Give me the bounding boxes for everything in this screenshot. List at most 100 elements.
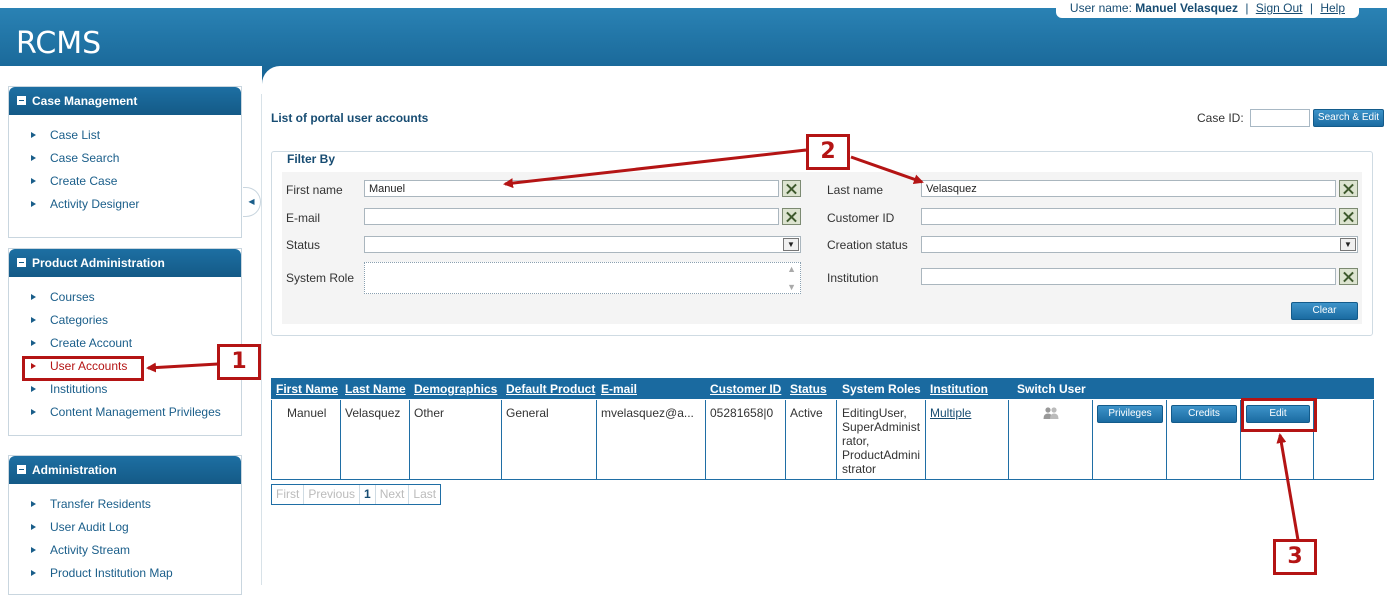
column-default-product[interactable]: Default Product	[506, 382, 595, 396]
first-name-input[interactable]	[364, 180, 779, 197]
cell-demographics: Other	[414, 406, 445, 420]
column-demographics[interactable]: Demographics	[414, 382, 497, 396]
system-role-listbox[interactable]: ▲ ▼	[364, 262, 801, 294]
scroll-up-icon[interactable]: ▲	[787, 264, 796, 274]
sidebar-item-case-search[interactable]: Case Search	[27, 148, 241, 171]
last-name-input[interactable]	[921, 180, 1336, 197]
clear-button[interactable]: Clear	[1291, 302, 1358, 320]
column-last-name[interactable]: Last Name	[345, 382, 406, 396]
privileges-button[interactable]: Privileges	[1097, 405, 1163, 423]
user-bar: User name: Manuel Velasquez | Sign Out |…	[1055, 0, 1359, 18]
case-management-panel: Case Management Case List Case Search Cr…	[8, 86, 242, 238]
role-line: SuperAdminist	[842, 420, 921, 434]
sign-out-link[interactable]: Sign Out	[1256, 1, 1303, 15]
case-management-header[interactable]: Case Management	[9, 87, 241, 115]
bullet-icon	[31, 547, 36, 553]
sidebar-item-activity-designer[interactable]: Activity Designer	[27, 194, 241, 217]
column-divider	[1166, 400, 1167, 480]
pager-current[interactable]: 1	[360, 485, 376, 504]
column-email[interactable]: E-mail	[601, 382, 637, 396]
cell-customer-id: 05281658|0	[710, 406, 774, 420]
pager-previous[interactable]: Previous	[304, 485, 361, 504]
username-label: User name:	[1069, 1, 1132, 15]
creation-status-select[interactable]: ▼	[921, 236, 1358, 253]
sidebar-item-label: Institutions	[50, 382, 108, 396]
column-system-roles: System Roles	[842, 382, 921, 396]
sidebar-item-user-audit-log[interactable]: User Audit Log	[27, 517, 241, 540]
case-id-input[interactable]	[1250, 109, 1310, 127]
clear-institution-icon[interactable]	[1339, 268, 1358, 285]
switch-user-icon[interactable]	[1043, 406, 1059, 420]
highlight-user-accounts	[22, 356, 144, 381]
highlight-edit-button	[1241, 398, 1317, 432]
customer-id-label: Customer ID	[827, 211, 895, 225]
sidebar-item-categories[interactable]: Categories	[27, 310, 241, 333]
institution-label: Institution	[827, 271, 879, 285]
sidebar-item-transfer-residents[interactable]: Transfer Residents	[27, 494, 241, 517]
sidebar-item-case-list[interactable]: Case List	[27, 125, 241, 148]
clear-email-icon[interactable]	[782, 208, 801, 225]
clear-customer-id-icon[interactable]	[1339, 208, 1358, 225]
annotation-2: 2	[806, 134, 850, 170]
pager-last[interactable]: Last	[409, 485, 440, 504]
cell-status: Active	[790, 406, 823, 420]
product-administration-panel: Product Administration Courses Categorie…	[8, 248, 242, 436]
customer-id-input[interactable]	[921, 208, 1336, 225]
cell-email: mvelasquez@a...	[601, 406, 694, 420]
email-input[interactable]	[364, 208, 779, 225]
column-status[interactable]: Status	[790, 382, 827, 396]
administration-panel: Administration Transfer Residents User A…	[8, 455, 242, 595]
cell-last-name: Velasquez	[345, 406, 401, 420]
pagination: First Previous 1 Next Last	[271, 484, 442, 505]
cell-system-roles: EditingUser, SuperAdminist rator, Produc…	[842, 406, 924, 476]
sidebar-item-institutions[interactable]: Institutions	[27, 379, 241, 402]
scroll-down-icon[interactable]: ▼	[787, 282, 796, 292]
help-link[interactable]: Help	[1320, 1, 1345, 15]
username-value: Manuel Velasquez	[1135, 1, 1238, 15]
cell-default-product: General	[506, 406, 549, 420]
sidebar-item-activity-stream[interactable]: Activity Stream	[27, 540, 241, 563]
sidebar-item-create-case[interactable]: Create Case	[27, 171, 241, 194]
bullet-icon	[31, 132, 36, 138]
filter-legend: Filter By	[281, 152, 342, 166]
first-name-label: First name	[286, 183, 343, 197]
sidebar-item-label: Activity Stream	[50, 543, 131, 557]
credits-button[interactable]: Credits	[1171, 405, 1237, 423]
sidebar-item-label: Activity Designer	[50, 197, 140, 211]
bullet-icon	[31, 317, 36, 323]
bullet-icon	[31, 409, 36, 415]
sidebar-item-courses[interactable]: Courses	[27, 287, 241, 310]
sidebar-item-content-management-privileges[interactable]: Content Management Privileges	[27, 402, 241, 425]
clear-first-name-icon[interactable]	[782, 180, 801, 197]
column-divider	[785, 400, 786, 480]
chevron-down-icon: ▼	[783, 238, 799, 251]
case-id-label: Case ID:	[1197, 111, 1244, 125]
sidebar-item-label: Case Search	[50, 151, 120, 165]
pager-first[interactable]: First	[272, 485, 305, 504]
separator: |	[1309, 1, 1313, 15]
institution-input[interactable]	[921, 268, 1336, 285]
status-label: Status	[286, 238, 321, 252]
collapse-icon	[17, 465, 26, 474]
panel-title: Product Administration	[32, 256, 165, 270]
status-select[interactable]: ▼	[364, 236, 801, 253]
clear-last-name-icon[interactable]	[1339, 180, 1358, 197]
product-administration-header[interactable]: Product Administration	[9, 249, 241, 277]
creation-status-label: Creation status	[827, 238, 908, 252]
column-divider	[596, 400, 597, 480]
column-customer-id[interactable]: Customer ID	[710, 382, 781, 396]
sidebar-item-label: Categories	[50, 313, 109, 327]
column-divider	[340, 400, 341, 480]
collapse-icon	[17, 96, 26, 105]
column-institution[interactable]: Institution	[930, 382, 988, 396]
role-line: rator,	[842, 434, 870, 448]
search-edit-button[interactable]: Search & Edit	[1313, 109, 1384, 127]
sidebar-item-product-institution-map[interactable]: Product Institution Map	[27, 563, 241, 586]
administration-header[interactable]: Administration	[9, 456, 241, 484]
panel-title: Administration	[32, 463, 117, 477]
cell-institution-link[interactable]: Multiple	[930, 406, 971, 420]
pager-next[interactable]: Next	[376, 485, 410, 504]
sidebar-item-create-account[interactable]: Create Account	[27, 333, 241, 356]
column-first-name[interactable]: First Name	[276, 382, 338, 396]
column-divider	[1008, 400, 1009, 480]
